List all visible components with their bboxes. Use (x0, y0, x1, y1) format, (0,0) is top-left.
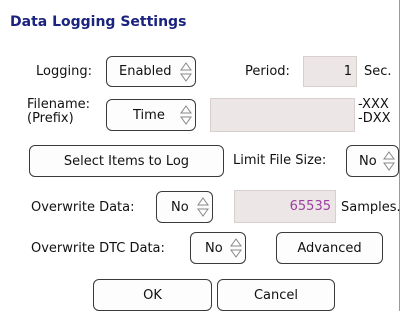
up-down-arrows-icon (180, 105, 192, 125)
period-input[interactable]: 1 (303, 56, 357, 87)
overwrite-dtc-select[interactable]: No (190, 232, 246, 264)
samples-unit: Samples. (341, 200, 401, 215)
limit-file-size-label: Limit File Size: (233, 153, 327, 168)
up-down-arrows-icon (383, 151, 395, 171)
filename-suffixes: -XXX -DXX (358, 98, 391, 126)
filename-input[interactable] (210, 98, 355, 132)
period-unit: Sec. (364, 64, 392, 79)
filename-prefix-select[interactable]: Time (106, 99, 196, 131)
ok-button[interactable]: OK (93, 279, 212, 311)
advanced-button[interactable]: Advanced (276, 232, 383, 264)
filename-label: Filename: (Prefix) (27, 98, 90, 126)
filename-suffix-2: -DXX (358, 111, 391, 126)
dialog-title: Data Logging Settings (10, 14, 187, 30)
dialog-window: Data Logging Settings Logging: Enabled P… (0, 0, 401, 311)
overwrite-data-label: Overwrite Data: (31, 200, 135, 215)
overwrite-dtc-value: No (205, 240, 223, 256)
select-items-button[interactable]: Select Items to Log (29, 145, 224, 177)
overwrite-data-value: No (171, 199, 189, 215)
up-down-arrows-icon (197, 197, 209, 217)
samples-input[interactable]: 65535 (234, 190, 336, 223)
limit-file-size-value: No (359, 153, 377, 169)
cancel-button[interactable]: Cancel (217, 279, 335, 311)
logging-select-value: Enabled (119, 64, 172, 79)
up-down-arrows-icon (180, 61, 192, 82)
overwrite-dtc-label: Overwrite DTC Data: (31, 241, 165, 256)
filename-label-line2: (Prefix) (27, 111, 74, 126)
up-down-arrows-icon (230, 238, 242, 258)
filename-prefix-value: Time (133, 107, 165, 123)
limit-file-size-select[interactable]: No (346, 145, 399, 177)
logging-label: Logging: (36, 64, 92, 79)
filename-label-line1: Filename: (27, 97, 91, 112)
logging-select[interactable]: Enabled (106, 56, 196, 87)
overwrite-data-select[interactable]: No (156, 191, 213, 223)
period-label: Period: (245, 64, 290, 79)
filename-suffix-1: -XXX (358, 97, 389, 112)
